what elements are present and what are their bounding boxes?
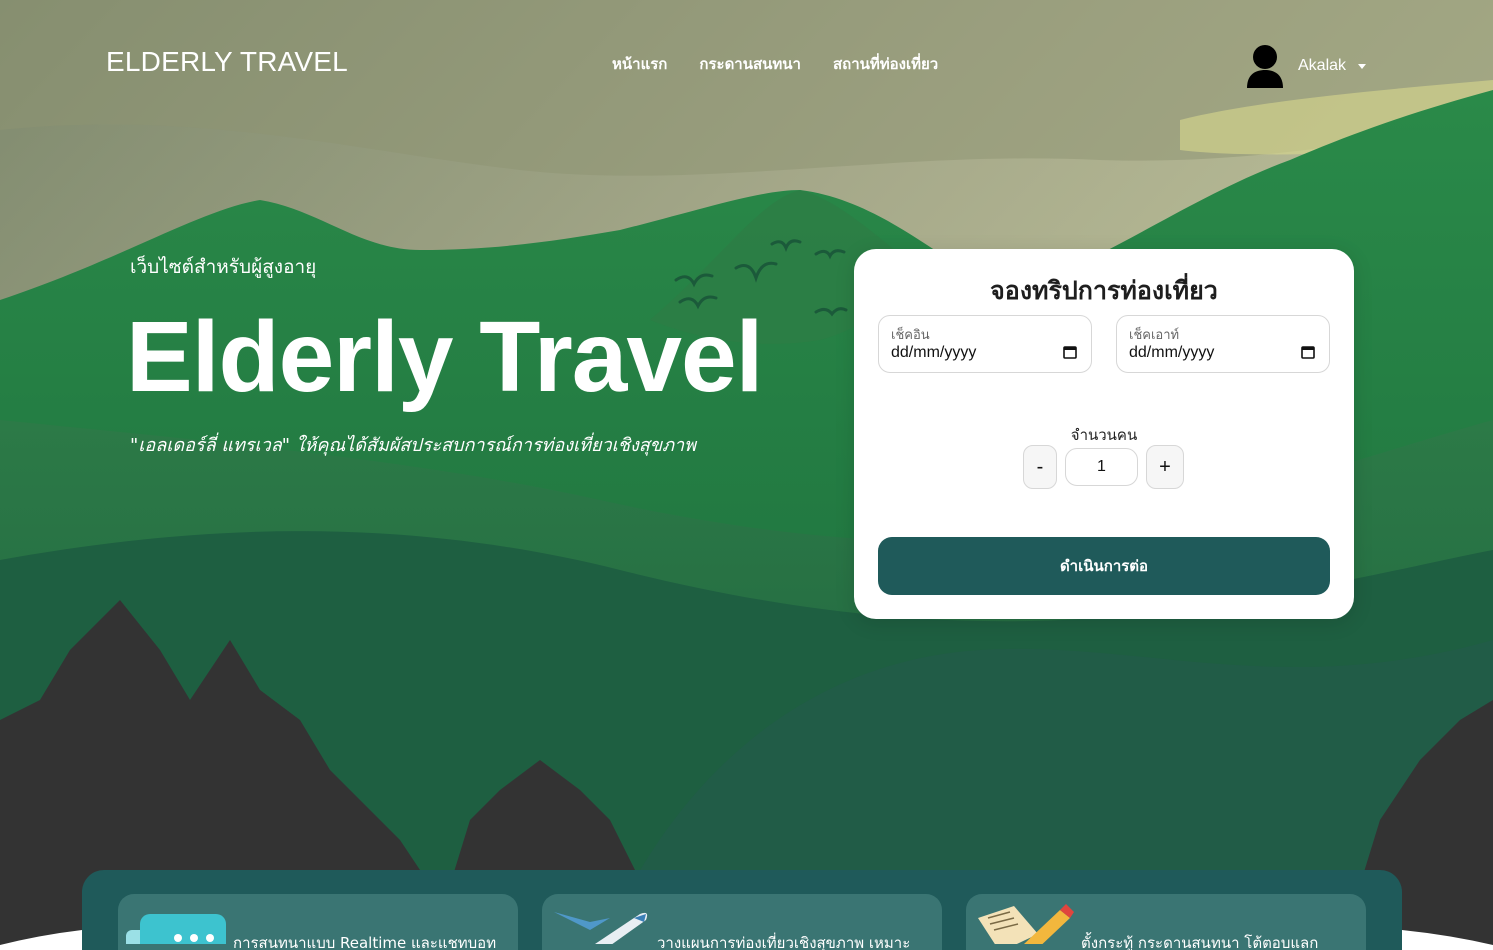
checkout-value: dd/mm/yyyy [1129, 344, 1215, 361]
continue-button[interactable]: ดำเนินการต่อ [878, 537, 1330, 595]
feature-card-forum[interactable]: ตั้งกระทู้ กระดานสนทนา โต้ตอบแลก [966, 894, 1366, 950]
brand-logo-text[interactable]: ELDERLY TRAVEL [106, 46, 348, 78]
notes-pencil-icon [978, 904, 1074, 944]
nav-link-places[interactable]: สถานที่ท่องเที่ยว [833, 52, 938, 76]
chevron-down-icon [1358, 63, 1367, 69]
increase-people-button[interactable]: + [1146, 445, 1184, 489]
people-count-label: จำนวนคน [1070, 426, 1138, 444]
checkin-date-input[interactable]: เช็คอิน dd/mm/yyyy [878, 315, 1092, 373]
feature-card-chat[interactable]: การสนทนาแบบ Realtime และแชทบอท [118, 894, 518, 950]
nav-link-forum[interactable]: กระดานสนทนา [699, 52, 801, 76]
checkout-label: เช็คเอาท์ [1129, 328, 1180, 343]
checkin-label: เช็คอิน [891, 328, 930, 343]
checkin-value: dd/mm/yyyy [891, 344, 977, 361]
hero-quote: "เอลเดอร์ลี่ แทรเวล" ให้คุณได้สัมผัสประส… [130, 435, 696, 456]
nav-link-home[interactable]: หน้าแรก [612, 52, 667, 76]
booking-title: จองทริปการท่องเที่ยว [990, 276, 1218, 305]
user-name: Akalak [1298, 57, 1347, 74]
people-count-input[interactable]: 1 [1065, 448, 1138, 486]
features-section: การสนทนาแบบ Realtime และแชทบอท วางแผนการ… [82, 870, 1402, 950]
feature-text-forum: ตั้งกระทู้ กระดานสนทนา โต้ตอบแลก [1081, 934, 1319, 950]
airplane-icon [554, 912, 648, 944]
checkout-date-input[interactable]: เช็คเอาท์ dd/mm/yyyy [1116, 315, 1330, 373]
feature-text-chat: การสนทนาแบบ Realtime และแชทบอท [233, 934, 497, 950]
hero-title: Elderly Travel [126, 301, 763, 413]
booking-card: จองทริปการท่องเที่ยว เช็คอิน dd/mm/yyyy … [854, 249, 1354, 619]
feature-text-plan: วางแผนการท่องเที่ยวเชิงสุขภาพ เหมาะ [657, 934, 911, 950]
decrease-people-button[interactable]: - [1023, 445, 1057, 489]
feature-card-plan[interactable]: วางแผนการท่องเที่ยวเชิงสุขภาพ เหมาะ [542, 894, 942, 950]
calendar-icon[interactable] [1301, 345, 1315, 359]
main-nav: หน้าแรก กระดานสนทนา สถานที่ท่องเที่ยว [612, 52, 938, 76]
avatar-icon [1247, 45, 1283, 88]
hero-tagline: เว็บไซต์สำหรับผู้สูงอายุ [130, 256, 317, 278]
calendar-icon[interactable] [1063, 345, 1077, 359]
user-menu-dropdown[interactable]: Akalak [1246, 44, 1367, 88]
chat-icon [126, 914, 226, 944]
